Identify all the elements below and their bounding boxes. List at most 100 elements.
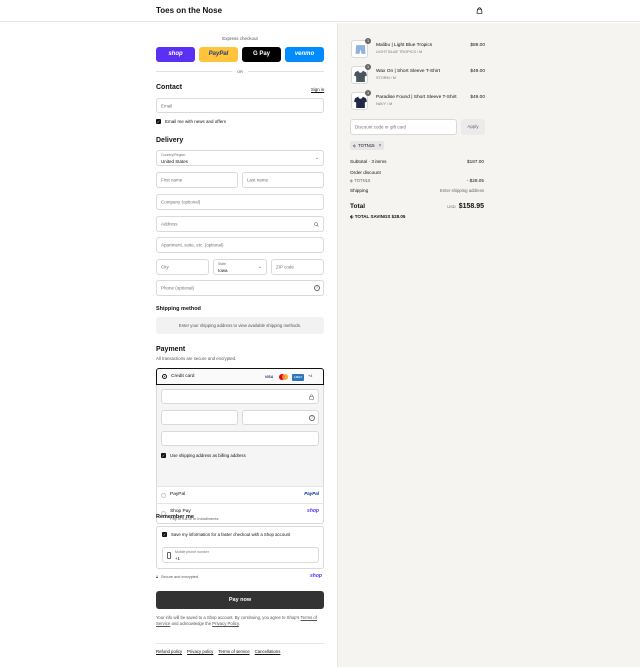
email-field[interactable]: Email	[156, 98, 324, 113]
venmo-button[interactable]: venmo	[285, 47, 324, 62]
expiration-field[interactable]	[161, 410, 238, 425]
subtotal-value: $187.00	[467, 159, 484, 164]
discount-code-label: ⬖ TOTN15	[350, 178, 370, 183]
legal-text: Your info will be saved to a Shop accoun…	[156, 615, 324, 627]
name-on-card-field[interactable]	[161, 431, 319, 446]
shopping-bag-icon[interactable]	[476, 7, 483, 14]
refund-policy-link[interactable]: Refund policy	[156, 649, 182, 654]
contact-heading: Contact	[156, 84, 183, 91]
paypal-radio[interactable]	[161, 492, 166, 498]
card-form-panel: ? ✓ Use shipping address as billing addr…	[157, 385, 323, 486]
pay-now-button[interactable]: Pay now	[156, 591, 324, 609]
zip-placeholder: ZIP code	[276, 264, 294, 270]
state-value: Iowa	[218, 267, 228, 273]
help-icon[interactable]: ?	[309, 414, 315, 421]
sign-in-link[interactable]: Sign in	[311, 87, 324, 92]
country-value: United States	[161, 158, 189, 164]
discount-code-text: TOTN15	[354, 178, 371, 183]
address-placeholder: Address	[161, 221, 178, 227]
help-icon[interactable]: ?	[314, 285, 320, 291]
express-checkout-label: Express checkout	[222, 36, 258, 41]
brand-name[interactable]: Toes on the Nose	[156, 6, 222, 15]
discount-placeholder: Discount code or gift card	[355, 124, 407, 130]
apply-button[interactable]: Apply	[461, 119, 485, 135]
chevron-down-icon: ⌄	[314, 155, 319, 161]
discount-chip-code: TOTN15	[358, 143, 375, 148]
security-code-field[interactable]: ?	[242, 410, 319, 425]
privacy-link[interactable]: Privacy Policy	[212, 621, 239, 626]
phone-field[interactable]: Phone (optional) ?	[156, 280, 324, 296]
credit-card-option[interactable]: Credit card VISA AMEX +4	[156, 368, 324, 385]
terms-of-service-link[interactable]: Terms of service	[218, 649, 249, 654]
remember-box: ✓ Save my information for a faster check…	[156, 526, 324, 569]
shorts-image	[355, 45, 366, 54]
item-variant: STORM / M	[376, 76, 396, 80]
discount-code-field[interactable]: Discount code or gift card	[350, 119, 457, 135]
total-savings: ⬖ TOTAL SAVINGS $28.05	[350, 214, 405, 220]
zip-field[interactable]: ZIP code	[271, 259, 324, 275]
paypal-button[interactable]: PayPal	[199, 47, 238, 62]
visa-icon: VISA	[265, 374, 274, 379]
more-cards-badge: +4	[308, 374, 313, 378]
save-info-checkbox[interactable]: ✓	[162, 532, 167, 537]
credit-card-radio[interactable]	[162, 374, 167, 379]
country-label: Country/Region	[161, 153, 186, 157]
savings-value: $28.05	[391, 214, 406, 219]
email-placeholder: Email	[161, 103, 173, 108]
divider-left	[156, 71, 232, 72]
remember-heading: Remember me	[156, 514, 194, 520]
discount-chip: ⬖ TOTN15 ×	[350, 141, 385, 150]
shop-pay-button[interactable]: shop	[156, 47, 195, 62]
product-thumbnail: 1	[351, 64, 371, 84]
cancellations-link[interactable]: Cancellations	[255, 649, 281, 654]
footer-links: Refund policy Privacy policy Terms of se…	[156, 649, 280, 654]
savings-label: TOTAL SAVINGS	[354, 214, 391, 219]
divider-right	[248, 71, 324, 72]
last-name-placeholder: Last name	[247, 177, 269, 183]
subtotal-label: Subtotal · 3 items	[350, 159, 387, 164]
city-field[interactable]: City	[156, 259, 209, 275]
paypal-label: PayPal	[170, 492, 186, 497]
product-thumbnail: 1	[351, 38, 371, 58]
lock-icon	[309, 394, 314, 400]
quantity-badge: 1	[365, 38, 371, 44]
paypal-option[interactable]: PayPal PayPal	[156, 487, 324, 503]
company-field[interactable]: Company (optional)	[156, 194, 324, 210]
billing-same-label: Use shipping address as billing address	[170, 453, 246, 458]
mastercard-icon	[279, 374, 288, 380]
close-icon[interactable]: ×	[378, 143, 381, 149]
google-pay-button[interactable]: G Pay	[242, 47, 281, 62]
last-name-field[interactable]: Last name	[242, 172, 324, 188]
address-field[interactable]: Address	[156, 216, 324, 232]
credit-card-label: Credit card	[171, 374, 195, 379]
item-title: Wax On | Short Sleeve T-Shirt	[376, 69, 440, 74]
first-name-placeholder: First name	[161, 177, 183, 183]
delivery-heading: Delivery	[156, 137, 184, 144]
secure-text: Secure and encrypted	[161, 574, 199, 579]
shipping-notice-box: Enter your shipping address to view avai…	[156, 317, 324, 334]
shipping-value: Enter shipping address	[440, 188, 484, 193]
item-variant: NAVY / M	[376, 102, 393, 106]
search-icon	[314, 222, 319, 227]
state-select[interactable]: State Iowa ⌄	[213, 259, 267, 275]
billing-same-checkbox[interactable]: ✓	[161, 453, 166, 458]
mobile-phone-field[interactable]: Mobile phone number +1	[162, 547, 319, 563]
legal-text-2: and acknowledge the	[171, 621, 212, 626]
currency-code: USD	[447, 204, 456, 209]
item-price: $89.00	[470, 43, 485, 48]
privacy-policy-link[interactable]: Privacy policy	[187, 649, 213, 654]
shop-pay-logo: shop	[307, 508, 319, 514]
news-checkbox[interactable]: ✓	[156, 119, 161, 124]
shop-logo: shop	[310, 573, 322, 579]
order-discount-label: Order discount	[350, 170, 381, 175]
tag-icon: ⬖	[353, 143, 357, 148]
first-name-field[interactable]: First name	[156, 172, 238, 188]
item-price: $49.00	[470, 95, 485, 100]
paypal-logo: PayPal	[304, 491, 319, 496]
apartment-field[interactable]: Apartment, suite, etc. (optional)	[156, 237, 324, 253]
total-label: Total	[350, 203, 366, 210]
discount-value: - $28.05	[466, 178, 484, 183]
country-select[interactable]: Country/Region United States ⌄	[156, 150, 324, 166]
card-number-field[interactable]	[161, 389, 319, 404]
quantity-badge: 1	[365, 64, 371, 70]
